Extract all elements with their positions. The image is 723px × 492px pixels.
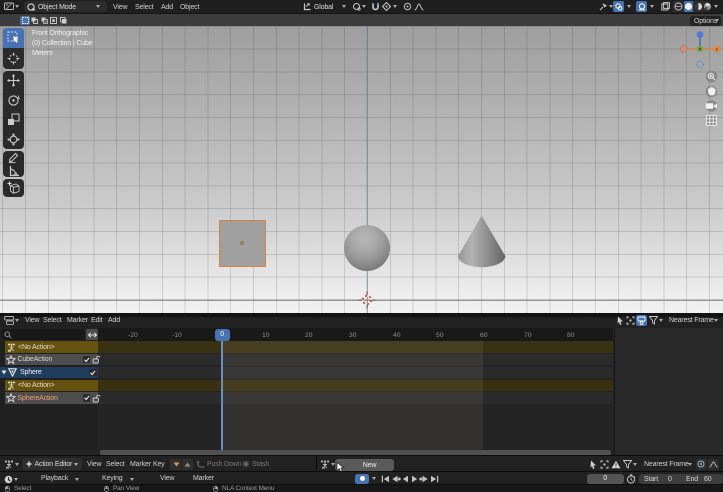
svg-text:x: x — [715, 47, 718, 53]
